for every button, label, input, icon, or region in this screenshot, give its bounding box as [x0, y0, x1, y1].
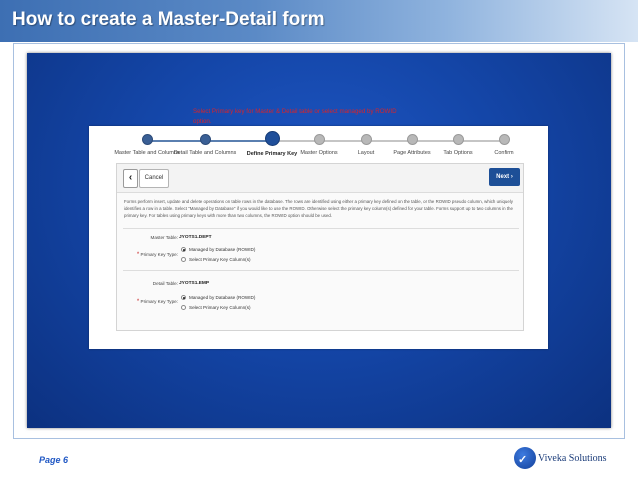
detail-radio-select-pk[interactable] — [181, 305, 186, 310]
step-dot — [498, 134, 510, 145]
step-dot — [141, 134, 153, 145]
detail-table-value: JYOTS1.EMP — [179, 281, 210, 286]
next-button[interactable]: Next › — [489, 168, 520, 186]
detail-pk-type-label: * Primary Key Type: — [136, 299, 178, 305]
divider — [123, 270, 519, 271]
slide-title-bar: How to create a Master-Detail form — [0, 0, 638, 42]
step-dot-current — [264, 131, 280, 146]
detail-radio-rowid[interactable] — [181, 295, 186, 300]
detail-table-label: Detail Table: — [152, 281, 178, 286]
back-button[interactable]: ‹ — [123, 169, 138, 188]
master-option-rowid: Managed by Database (ROWID) — [189, 247, 256, 252]
step-dot — [452, 134, 464, 145]
page-number: Page 6 — [39, 455, 69, 465]
wizard-step-confirm[interactable]: Confirm — [464, 131, 544, 156]
required-marker: * — [136, 299, 140, 305]
brand-logo: ✓ Viveka Solutions — [514, 447, 636, 473]
step-dot — [313, 134, 325, 145]
divider — [123, 228, 519, 229]
master-table-value: JYOTS1.DEPT — [179, 235, 212, 240]
logo-icon: ✓ — [514, 447, 536, 469]
button-bar: ‹ Cancel Next › — [117, 164, 523, 193]
master-option-select-pk: Select Primary Key Column(s) — [189, 257, 251, 262]
step-dot — [199, 134, 211, 145]
master-table-label: Master Table: — [150, 235, 179, 240]
master-radio-rowid[interactable] — [181, 247, 186, 252]
step-dot — [360, 134, 372, 145]
annotation-note: Select Primary key for Master & Detail t… — [193, 108, 397, 125]
wizard-page: Master Table and Columns Detail Table an… — [96, 131, 548, 347]
detail-option-rowid: Managed by Database (ROWID) — [189, 295, 256, 300]
required-marker: * — [136, 252, 140, 258]
step-label: Confirm — [494, 150, 514, 156]
detail-option-select-pk: Select Primary Key Column(s) — [189, 305, 251, 310]
form-region: ‹ Cancel Next › Forms perform insert, up… — [116, 163, 524, 331]
cancel-button[interactable]: Cancel — [139, 169, 169, 188]
brand-name: Viveka Solutions — [538, 453, 607, 464]
form-description: Forms perform insert, update and delete … — [124, 199, 513, 218]
step-dot — [406, 134, 418, 145]
slide-title: How to create a Master-Detail form — [12, 9, 325, 30]
master-radio-select-pk[interactable] — [181, 257, 186, 262]
master-pk-type-label: * Primary Key Type: — [136, 252, 178, 258]
